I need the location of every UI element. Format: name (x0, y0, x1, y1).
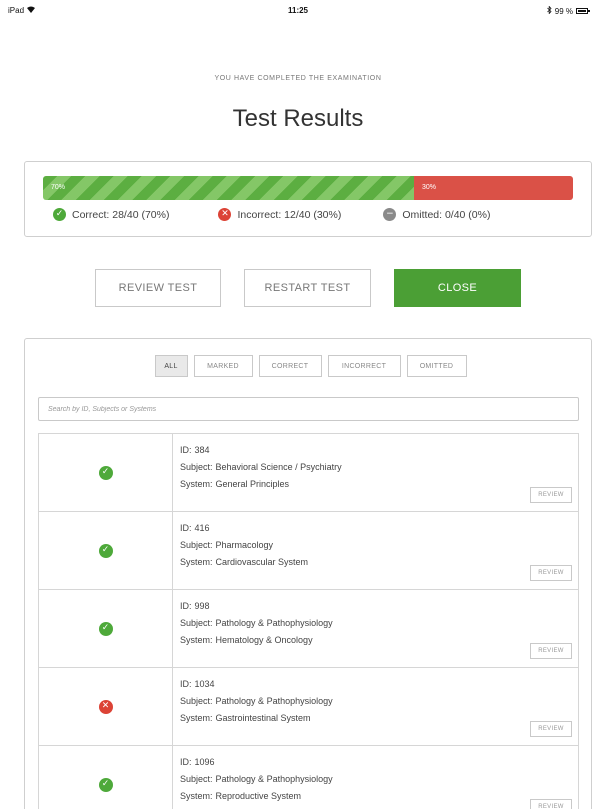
subject-label: Subject: (180, 618, 213, 628)
question-subject: Behavioral Science / Psychiatry (215, 462, 342, 472)
filter-tabs: ALL MARKED CORRECT INCORRECT OMITTED (25, 355, 591, 377)
question-id: 998 (194, 601, 210, 611)
page-title: Test Results (232, 105, 364, 132)
question-row[interactable]: ✓ ID: 384 Subject: Behavioral Science / Ps… (39, 434, 578, 512)
row-review-button[interactable]: REVIEW (530, 565, 572, 581)
row-review-button[interactable]: REVIEW (530, 643, 572, 659)
battery-icon (576, 8, 590, 14)
legend-incorrect: ✕ Incorrect: 12/40 (30%) (218, 208, 341, 221)
subject-label: Subject: (180, 540, 213, 550)
status-bar: iPad 11:25 99 % (0, 0, 596, 20)
correct-count-text: Correct: 28/40 (70%) (72, 208, 170, 221)
check-circle-icon: ✓ (98, 621, 113, 636)
check-circle-icon: ✓ (98, 777, 113, 792)
question-rows: ✓ ID: 384 Subject: Behavioral Science / Ps… (38, 433, 579, 809)
subject-label: Subject: (180, 462, 213, 472)
row-review-button[interactable]: REVIEW (530, 799, 572, 809)
progress-incorrect-segment: 30% (414, 176, 573, 200)
subject-label: Subject: (180, 774, 213, 784)
x-circle-icon: ✕ (98, 699, 113, 714)
row-details: ID: 1096 Subject: Pathology & Pathophysiol… (173, 746, 339, 809)
row-status-cell: ✓ (39, 746, 173, 809)
completion-subtitle: YOU HAVE COMPLETED THE EXAMINATION (214, 75, 382, 82)
incorrect-count-text: Incorrect: 12/40 (30%) (237, 208, 342, 221)
question-row[interactable]: ✓ ID: 998 Subject: Pathology & Pathophysio… (39, 590, 578, 668)
question-row[interactable]: ✓ ID: 1096 Subject: Pathology & Pathophysi… (39, 746, 578, 809)
question-system: Reproductive System (215, 791, 302, 801)
system-label: System: (180, 479, 213, 489)
row-status-cell: ✓ (39, 590, 173, 667)
check-circle-icon: ✓ (98, 465, 113, 480)
bluetooth-icon (546, 5, 552, 16)
question-row[interactable]: ✓ ID: 416 Subject: Pharmacology System: Car… (39, 512, 578, 590)
question-system: General Principles (215, 479, 290, 489)
x-circle-icon: ✕ (218, 208, 232, 221)
filter-correct[interactable]: CORRECT (258, 355, 322, 377)
check-circle-icon: ✓ (98, 543, 113, 558)
system-label: System: (180, 635, 213, 645)
row-details: ID: 998 Subject: Pathology & Pathophysiolo… (173, 590, 339, 667)
question-subject: Pathology & Pathophysiology (215, 774, 333, 784)
question-row[interactable]: ✕ ID: 1034 Subject: Pathology & Pathophysi… (39, 668, 578, 746)
row-status-cell: ✕ (39, 668, 173, 745)
progress-incorrect-label: 30% (422, 184, 437, 191)
question-system: Hematology & Oncology (215, 635, 313, 645)
restart-test-button[interactable]: RESTART TEST (244, 269, 371, 307)
score-progress-bar: 70% 30% (43, 176, 573, 200)
subject-label: Subject: (180, 696, 213, 706)
row-review-button[interactable]: REVIEW (530, 487, 572, 503)
legend-omitted: − Omitted: 0/40 (0%) (383, 208, 490, 221)
question-list-card: ALL MARKED CORRECT INCORRECT OMITTED ✓ I… (24, 338, 592, 809)
search-input[interactable] (38, 397, 579, 421)
filter-marked[interactable]: MARKED (193, 355, 253, 377)
row-details: ID: 416 Subject: Pharmacology System: Cardi… (173, 512, 314, 589)
question-id: 384 (194, 445, 210, 455)
filter-incorrect[interactable]: INCORRECT (327, 355, 401, 377)
system-label: System: (180, 791, 213, 801)
system-label: System: (180, 713, 213, 723)
question-system: Gastrointestinal System (215, 713, 311, 723)
id-label: ID: (180, 445, 192, 455)
status-right: 99 % (546, 5, 590, 16)
system-label: System: (180, 557, 213, 567)
score-legend: ✓ Correct: 28/40 (70%) ✕ Incorrect: 12/4… (53, 208, 573, 221)
battery-percent: 99 % (554, 6, 573, 16)
results-summary-card: 70% 30% ✓ Correct: 28/40 (70%) ✕ Incorre… (24, 161, 592, 237)
progress-correct-segment: 70% (43, 176, 414, 200)
review-test-button[interactable]: REVIEW TEST (95, 269, 221, 307)
question-id: 416 (194, 523, 210, 533)
progress-correct-label: 70% (51, 184, 66, 191)
row-details: ID: 384 Subject: Behavioral Science / Psyc… (173, 434, 348, 511)
status-time: 11:25 (287, 6, 309, 15)
filter-omitted[interactable]: OMITTED (406, 355, 467, 377)
row-details: ID: 1034 Subject: Pathology & Pathophysiol… (173, 668, 339, 745)
minus-circle-icon: − (383, 208, 397, 221)
question-id: 1096 (194, 757, 215, 767)
omitted-count-text: Omitted: 0/40 (0%) (402, 208, 491, 221)
id-label: ID: (180, 523, 192, 533)
row-review-button[interactable]: REVIEW (530, 721, 572, 737)
question-subject: Pharmacology (215, 540, 274, 550)
check-circle-icon: ✓ (53, 208, 66, 221)
id-label: ID: (180, 601, 192, 611)
question-id: 1034 (194, 679, 215, 689)
id-label: ID: (180, 757, 192, 767)
filter-all[interactable]: ALL (154, 355, 188, 377)
row-status-cell: ✓ (39, 512, 173, 589)
close-button[interactable]: CLOSE (394, 269, 521, 307)
question-system: Cardiovascular System (215, 557, 309, 567)
question-subject: Pathology & Pathophysiology (215, 696, 333, 706)
row-status-cell: ✓ (39, 434, 173, 511)
question-subject: Pathology & Pathophysiology (215, 618, 333, 628)
id-label: ID: (180, 679, 192, 689)
legend-correct: ✓ Correct: 28/40 (70%) (53, 208, 169, 221)
